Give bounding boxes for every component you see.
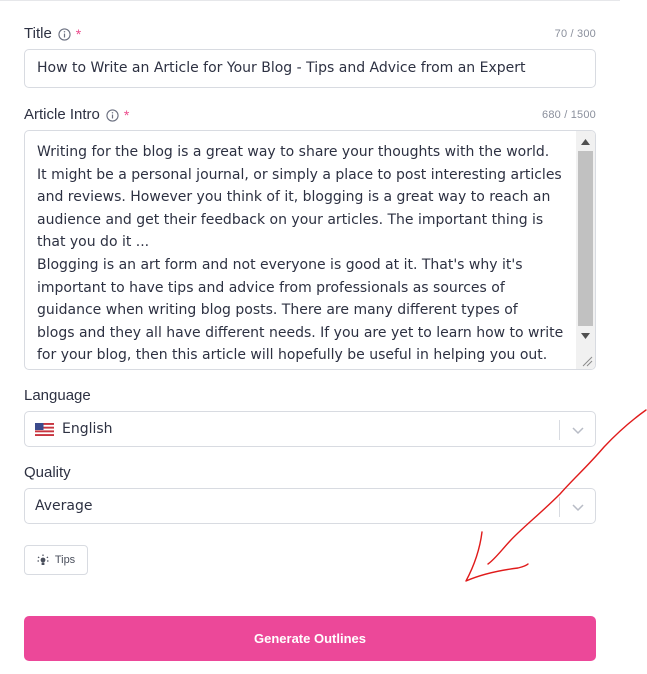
tips-button[interactable]: Tips xyxy=(24,545,88,575)
resize-handle-icon[interactable] xyxy=(577,351,594,368)
scroll-up-arrow-icon[interactable] xyxy=(576,133,595,151)
chevron-down-icon[interactable] xyxy=(571,423,585,437)
quality-label: Quality xyxy=(24,464,71,481)
language-select-value: English xyxy=(35,412,113,446)
select-divider xyxy=(559,420,560,440)
chevron-down-icon[interactable] xyxy=(571,500,585,514)
quality-select-value: Average xyxy=(35,489,93,523)
language-select[interactable]: English xyxy=(24,411,596,447)
title-label: Title * xyxy=(24,24,81,44)
intro-char-counter: 680 / 1500 xyxy=(542,109,596,121)
title-char-counter: 70 / 300 xyxy=(554,28,596,40)
intro-label: Article Intro * xyxy=(24,105,129,125)
intro-textarea-text[interactable]: Writing for the blog is a great way to s… xyxy=(37,141,567,367)
generate-outlines-label: Generate Outlines xyxy=(254,631,366,646)
intro-label-text: Article Intro xyxy=(24,106,100,123)
lightbulb-icon xyxy=(37,554,49,565)
scrollbar-thumb[interactable] xyxy=(578,151,593,326)
intro-textarea[interactable]: Writing for the blog is a great way to s… xyxy=(24,130,596,370)
language-value-text: English xyxy=(62,421,113,437)
us-flag-icon xyxy=(35,422,54,436)
outline-form-page: Title * 70 / 300 How to Write an Article… xyxy=(0,0,647,674)
generate-outlines-button[interactable]: Generate Outlines xyxy=(24,616,596,661)
quality-value-text: Average xyxy=(35,498,93,514)
info-icon[interactable] xyxy=(58,27,71,41)
info-icon[interactable] xyxy=(106,108,119,122)
title-field-header: Title * 70 / 300 xyxy=(24,24,596,44)
textarea-scrollbar[interactable] xyxy=(576,131,595,369)
title-label-text: Title xyxy=(24,25,52,42)
select-divider xyxy=(559,497,560,517)
language-label: Language xyxy=(24,387,91,404)
required-mark: * xyxy=(75,26,82,42)
intro-field-header: Article Intro * 680 / 1500 xyxy=(24,105,596,125)
required-mark: * xyxy=(123,107,130,123)
top-divider xyxy=(0,0,620,1)
quality-select[interactable]: Average xyxy=(24,488,596,524)
title-input[interactable]: How to Write an Article for Your Blog - … xyxy=(24,49,596,88)
scroll-down-arrow-icon[interactable] xyxy=(576,327,595,345)
tips-button-label: Tips xyxy=(54,554,76,566)
